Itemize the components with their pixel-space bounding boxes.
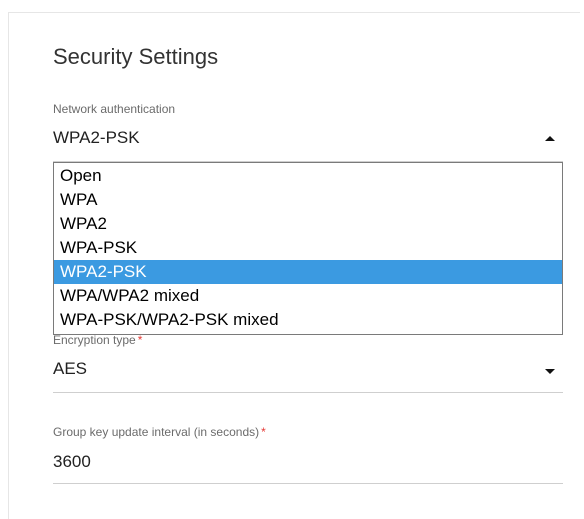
network-auth-option[interactable]: WPA/WPA2 mixed	[54, 284, 562, 308]
network-auth-option[interactable]: WPA	[54, 188, 562, 212]
section-title: Security Settings	[53, 44, 219, 69]
network-auth-value: WPA2-PSK	[53, 128, 140, 147]
encryption-type-value: AES	[53, 359, 88, 378]
encryption-type-select[interactable]: AES	[53, 349, 563, 393]
chevron-up-icon	[545, 136, 555, 141]
network-auth-label: Network authentication	[53, 102, 176, 116]
network-auth-option[interactable]: WPA2-PSK	[54, 260, 562, 284]
network-auth-options-list: Open WPA WPA2 WPA-PSK WPA2-PSK WPA/WPA2 mixed…	[53, 162, 563, 335]
chevron-down-icon	[545, 369, 555, 374]
group-key-interval-value: 3600	[53, 452, 91, 471]
encryption-type-label: Encryption type *	[53, 333, 143, 347]
network-auth-option[interactable]: Open	[54, 164, 562, 188]
group-key-interval-input[interactable]: 3600	[53, 444, 563, 484]
network-auth-select[interactable]: WPA2-PSK	[53, 118, 563, 162]
network-auth-option[interactable]: WPA-PSK/WPA2-PSK mixed	[54, 308, 562, 332]
network-auth-option[interactable]: WPA2	[54, 212, 562, 236]
group-key-interval-label: Group key update interval (in seconds) *	[53, 425, 266, 439]
network-auth-option[interactable]: WPA-PSK	[54, 236, 562, 260]
